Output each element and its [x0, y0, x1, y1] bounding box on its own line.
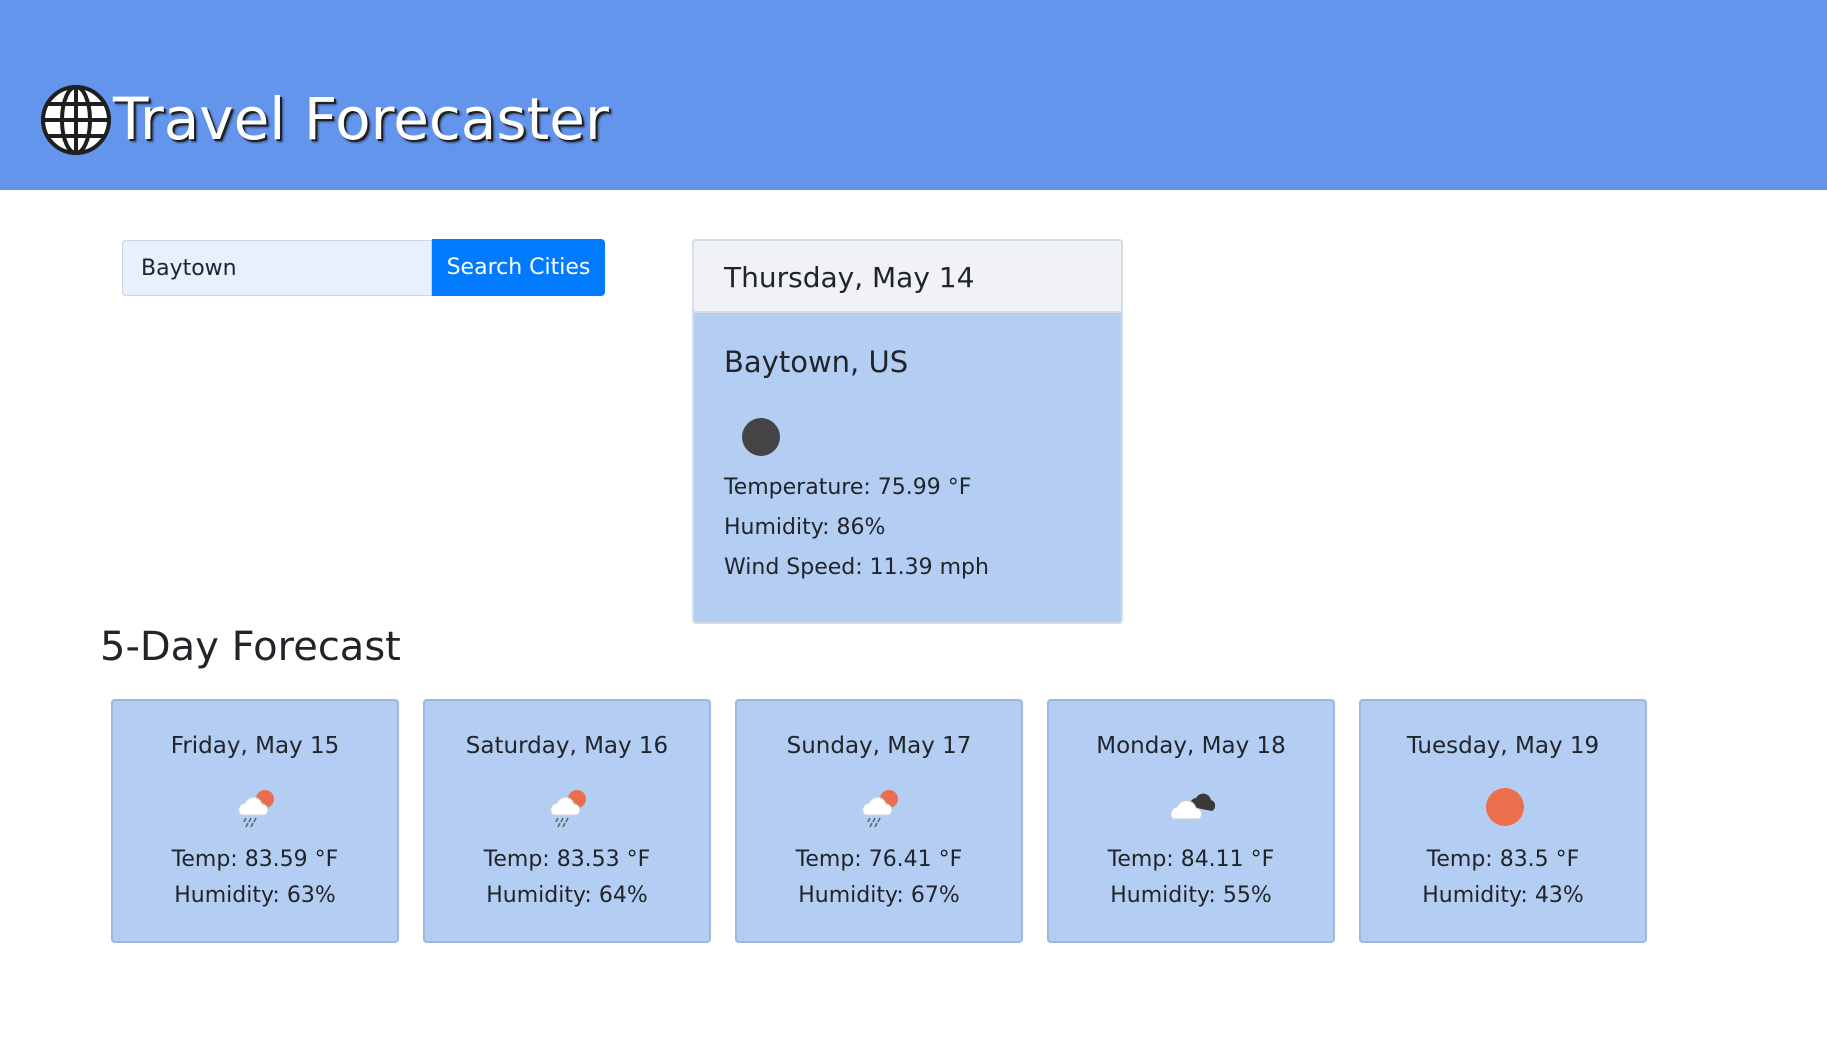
rain-sun-icon [238, 790, 274, 828]
search-cities-button[interactable]: Search Cities [432, 239, 605, 296]
forecast-temp: Temp: 76.41 °F [795, 847, 963, 872]
current-temperature: Temperature: 75.99 °F [724, 475, 972, 500]
forecast-date: Monday, May 18 [1096, 733, 1286, 759]
current-date: Thursday, May 14 [694, 241, 1121, 313]
forecast-date: Tuesday, May 19 [1406, 733, 1600, 759]
forecast-card: Monday, May 18 Temp: 84.11 °F Humidity: … [1047, 699, 1335, 943]
forecast-card: Sunday, May 17 Temp: 76.41 °F Humidity: … [735, 699, 1023, 943]
app-title: Travel Forecaster [113, 85, 609, 153]
forecast-temp: Temp: 83.53 °F [483, 847, 651, 872]
globe-icon [41, 85, 111, 155]
current-weather-card: Thursday, May 14 Baytown, US Temperature… [692, 239, 1123, 624]
current-humidity: Humidity: 86% [724, 515, 886, 540]
forecast-humidity: Humidity: 55% [1110, 883, 1272, 908]
forecast-humidity: Humidity: 63% [174, 883, 336, 908]
forecast-date: Sunday, May 17 [786, 733, 972, 759]
forecast-card: Saturday, May 16 Temp: 83.53 °F Humidity… [423, 699, 711, 943]
night-clear-icon [742, 418, 780, 456]
forecast-humidity: Humidity: 67% [798, 883, 960, 908]
forecast-card: Tuesday, May 19 Temp: 83.5 °F Humidity: … [1359, 699, 1647, 943]
forecast-humidity: Humidity: 43% [1422, 883, 1584, 908]
rain-sun-icon [550, 790, 586, 828]
forecast-date: Friday, May 15 [170, 733, 340, 759]
clear-sun-icon [1486, 788, 1524, 826]
forecast-card: Friday, May 15 Temp: 83.59 °F Humidity: … [111, 699, 399, 943]
rain-sun-icon [862, 790, 898, 828]
forecast-temp: Temp: 84.11 °F [1107, 847, 1275, 872]
forecast-humidity: Humidity: 64% [486, 883, 648, 908]
current-city: Baytown, US [724, 345, 909, 379]
current-wind-speed: Wind Speed: 11.39 mph [724, 555, 989, 580]
forecast-title: 5-Day Forecast [100, 624, 401, 670]
forecast-temp: Temp: 83.59 °F [171, 847, 339, 872]
city-search-input[interactable] [122, 240, 432, 296]
app-header: Travel Forecaster [0, 0, 1827, 190]
broken-clouds-icon [1170, 793, 1216, 820]
forecast-temp: Temp: 83.5 °F [1426, 847, 1580, 872]
forecast-date: Saturday, May 16 [465, 733, 669, 759]
